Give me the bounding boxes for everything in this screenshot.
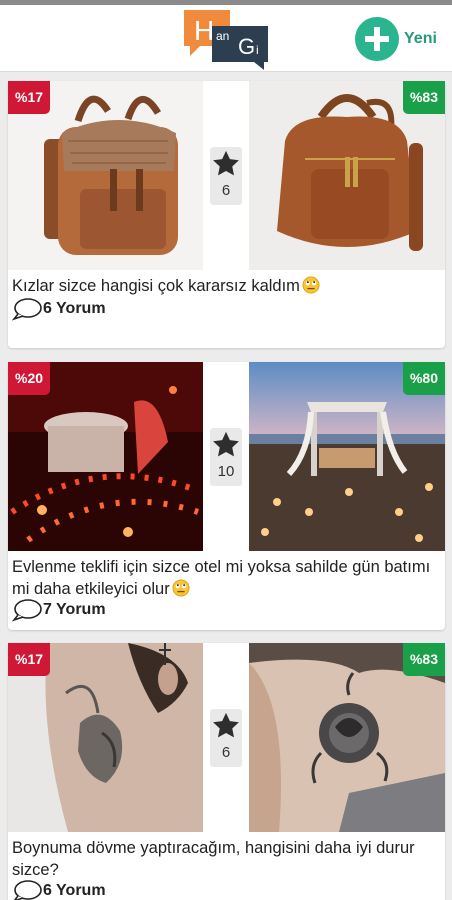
right-percent-badge: %83 [402, 643, 445, 676]
left-percent-badge: %20 [8, 362, 51, 395]
left-percent-badge: %17 [8, 643, 51, 676]
comments-count: 6 Yorum [43, 882, 106, 899]
post-title-text: Boynuma dövme yaptıracağım, hangisini da… [12, 839, 415, 879]
left-percent-badge: %17 [8, 81, 51, 114]
comment-bubble-icon [13, 880, 42, 900]
right-percent-badge: %80 [402, 362, 445, 395]
star-icon [213, 712, 239, 738]
comments-link[interactable]: 6 Yorum [12, 879, 106, 900]
star-icon [213, 431, 239, 457]
comments-count: 6 Yorum [43, 300, 106, 317]
star-box[interactable]: 6 [210, 709, 242, 767]
star-count: 6 [221, 182, 231, 199]
comments-link[interactable]: 7 Yorum [12, 598, 106, 622]
new-post-button[interactable]: Yeni [355, 15, 437, 63]
star-box[interactable]: 6 [210, 147, 242, 205]
star-count: 10 [217, 463, 235, 480]
logo-letter-4: i [256, 43, 259, 57]
vote-count: 6 [203, 81, 249, 270]
comments-link[interactable]: 6 Yorum [12, 297, 106, 321]
star-count: 6 [221, 744, 231, 761]
post-title: Boynuma dövme yaptıracağım, hangisini da… [12, 837, 438, 881]
hangi-logo[interactable]: H an G i [182, 8, 272, 70]
logo-letter-3: G [238, 34, 255, 59]
logo-letter-1: H [194, 15, 214, 46]
comments-count: 7 Yorum [43, 601, 106, 618]
post-title: Kızlar sizce hangisi çok kararsız kaldım [12, 275, 438, 297]
post-card[interactable]: %17 6 %83 Boynuma dövme yaptıracağım, ha… [8, 643, 445, 900]
post-card[interactable]: %17 6 %83 Kızlar sizce hangisi çok karar… [8, 81, 445, 348]
rolling-eyes-emoji-icon [302, 276, 320, 294]
logo-letter-2: an [216, 29, 229, 43]
plus-icon [355, 17, 399, 61]
right-percent-badge: %83 [402, 81, 445, 114]
vote-count: 10 [203, 362, 249, 551]
new-post-label: Yeni [404, 30, 437, 47]
post-title-text: Kızlar sizce hangisi çok kararsız kaldım [12, 277, 300, 295]
star-box[interactable]: 10 [210, 428, 242, 486]
post-card[interactable]: %20 10 %80 Evlenme teklifi için sizce ot… [8, 362, 445, 630]
star-icon [213, 150, 239, 176]
comment-bubble-icon [12, 599, 42, 622]
post-title: Evlenme teklifi için sizce otel mi yoksa… [12, 556, 438, 600]
rolling-eyes-emoji-icon [172, 579, 190, 597]
app-header: H an G i Yeni [0, 5, 452, 72]
vote-count: 6 [203, 643, 249, 832]
comment-bubble-icon [12, 298, 42, 321]
post-title-text: Evlenme teklifi için sizce otel mi yoksa… [12, 558, 431, 598]
